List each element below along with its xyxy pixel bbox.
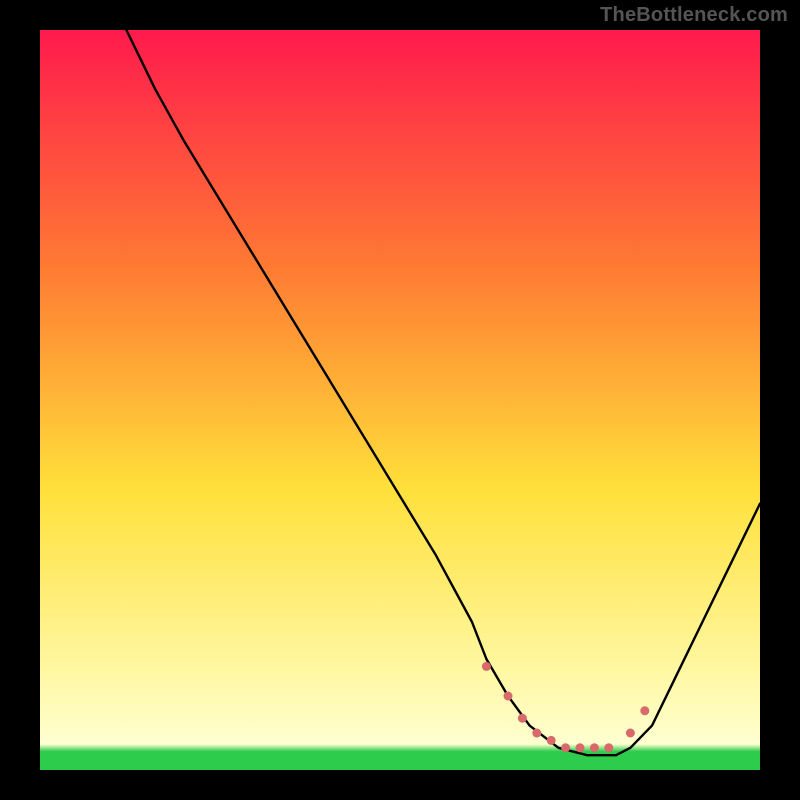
curve-dot (561, 743, 570, 752)
curve-dot (547, 736, 556, 745)
curve-dot (640, 706, 649, 715)
curve-dot (482, 662, 491, 671)
chart-svg (40, 30, 760, 770)
curve-dot (590, 743, 599, 752)
plot-area (40, 30, 760, 770)
curve-dot (604, 743, 613, 752)
chart-container: TheBottleneck.com (0, 0, 800, 800)
curve-dot (576, 743, 585, 752)
curve-dot (518, 714, 527, 723)
curve-dot (626, 729, 635, 738)
curve-dot (532, 729, 541, 738)
watermark-text: TheBottleneck.com (600, 4, 788, 27)
curve-dot (504, 692, 513, 701)
